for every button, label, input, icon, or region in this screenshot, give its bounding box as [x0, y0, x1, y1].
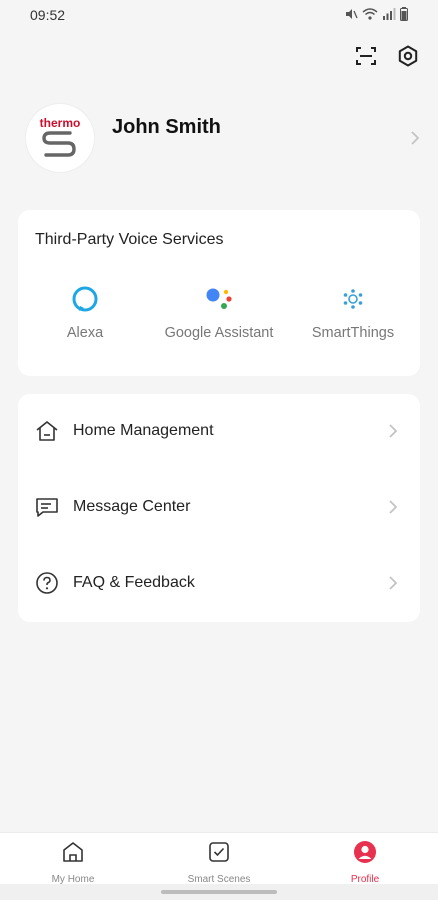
scenes-tab-icon [209, 842, 229, 862]
chevron-right-icon [411, 131, 420, 145]
bottom-tab-bar: My Home Smart Scenes Profile [0, 832, 438, 885]
battery-icon [400, 7, 408, 21]
help-icon [36, 572, 58, 594]
google-assistant-icon [206, 288, 232, 309]
settings-icon [398, 45, 418, 67]
profile-tab-icon [354, 841, 376, 863]
status-time: 09:52 [30, 7, 66, 23]
scan-button[interactable] [354, 44, 378, 68]
status-bar: 09:52 [0, 0, 438, 30]
chevron-right-icon [389, 576, 398, 590]
message-icon [36, 498, 58, 517]
chevron-right-icon [389, 500, 398, 514]
menu-item-label: Message Center [73, 498, 191, 515]
smartthings-icon [343, 289, 363, 309]
voice-service-google[interactable]: Google Assistant [152, 284, 286, 342]
tab-profile[interactable]: Profile [292, 839, 438, 885]
voice-services-card: Third-Party Voice Services Alexa Google … [18, 210, 420, 376]
voice-service-alexa[interactable]: Alexa [18, 284, 152, 342]
signal-icon [383, 8, 396, 20]
home-tab-icon [63, 842, 83, 862]
menu-card: Home Management Message Center FAQ & Fee… [18, 394, 420, 622]
tab-smart-scenes[interactable]: Smart Scenes [146, 839, 292, 885]
chevron-right-icon [389, 424, 398, 438]
profile-header[interactable]: thermo John Smith [26, 104, 426, 174]
mute-icon [346, 9, 358, 19]
thermo-logo: thermo [40, 116, 81, 157]
menu-item-faq-feedback[interactable]: FAQ & Feedback [18, 546, 420, 622]
voice-service-smartthings[interactable]: SmartThings [286, 284, 420, 342]
scan-icon [356, 47, 376, 65]
alexa-icon [72, 286, 98, 312]
menu-item-label: FAQ & Feedback [73, 574, 195, 591]
settings-button[interactable] [396, 44, 420, 68]
home-indicator[interactable] [161, 890, 277, 894]
menu-item-message-center[interactable]: Message Center [18, 470, 420, 546]
header-actions [354, 44, 420, 68]
avatar: thermo [26, 104, 94, 172]
voice-services-title: Third-Party Voice Services [35, 231, 224, 248]
voice-service-label: SmartThings [311, 325, 395, 341]
profile-name: John Smith [112, 116, 221, 138]
menu-item-home-management[interactable]: Home Management [18, 394, 420, 470]
wifi-icon [362, 8, 378, 20]
svg-text:thermo: thermo [40, 116, 81, 130]
status-icons [344, 7, 408, 21]
home-icon [36, 421, 58, 441]
tab-my-home[interactable]: My Home [0, 839, 146, 885]
voice-service-label: Google Assistant [164, 325, 274, 341]
voice-service-label: Alexa [66, 325, 104, 341]
menu-item-label: Home Management [73, 422, 214, 439]
